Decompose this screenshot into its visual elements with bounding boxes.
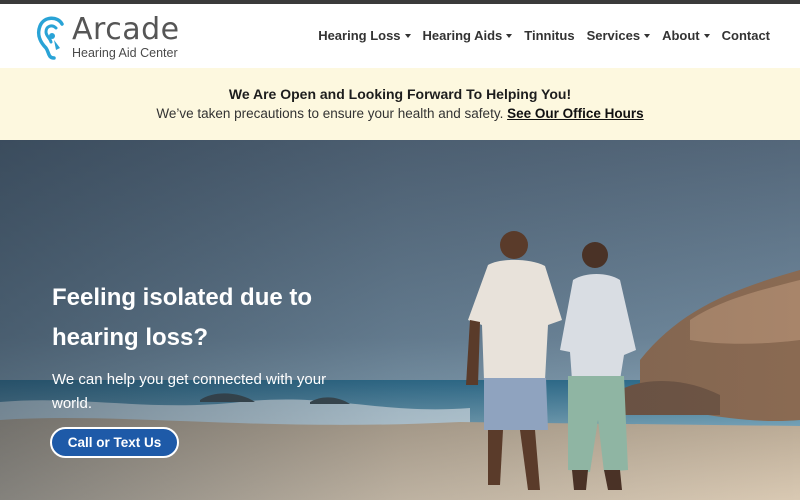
nav-item-hearing-aids[interactable]: Hearing Aids [423, 28, 513, 43]
nav-item-services[interactable]: Services [587, 28, 651, 43]
hero-section: Feeling isolated due to hearing loss? We… [0, 140, 800, 500]
logo-title: Arcade [72, 12, 180, 47]
announcement-banner: We Are Open and Looking Forward To Helpi… [0, 68, 800, 140]
banner-text-row: We’ve taken precautions to ensure your h… [0, 106, 800, 121]
nav-item-label: About [662, 28, 700, 43]
logo-tagline: Hearing Aid Center [72, 46, 178, 60]
nav-item-contact[interactable]: Contact [722, 28, 770, 43]
nav-item-label: Hearing Loss [318, 28, 401, 43]
caret-down-icon [506, 33, 513, 38]
nav-item-label: Services [586, 28, 641, 43]
caret-down-icon [404, 33, 411, 38]
hero-heading: Feeling isolated due to hearing loss? [52, 284, 313, 351]
call-or-text-button[interactable]: Call or Text Us [50, 427, 179, 458]
hero-subtext: We can help you get connected with your … [52, 371, 327, 412]
nav-item-hearing-loss[interactable]: Hearing Loss [318, 28, 411, 43]
main-nav: Hearing Loss Hearing Aids Tinnitus Servi… [318, 28, 770, 43]
ear-logo-icon [36, 16, 64, 60]
logo[interactable]: Arcade Hearing Aid Center [34, 12, 194, 64]
nav-item-label: Contact [721, 28, 770, 43]
caret-down-icon [644, 33, 651, 38]
office-hours-link[interactable]: See Our Office Hours [507, 106, 644, 121]
caret-down-icon [703, 33, 710, 38]
nav-item-label: Tinnitus [524, 28, 575, 43]
site-header: Arcade Hearing Aid Center Hearing Loss H… [0, 4, 800, 68]
banner-heading: We Are Open and Looking Forward To Helpi… [228, 86, 572, 102]
nav-item-about[interactable]: About [662, 28, 710, 43]
nav-item-tinnitus[interactable]: Tinnitus [524, 28, 574, 43]
nav-item-label: Hearing Aids [422, 28, 503, 43]
banner-text: We’ve taken precautions to ensure your h… [156, 106, 504, 121]
